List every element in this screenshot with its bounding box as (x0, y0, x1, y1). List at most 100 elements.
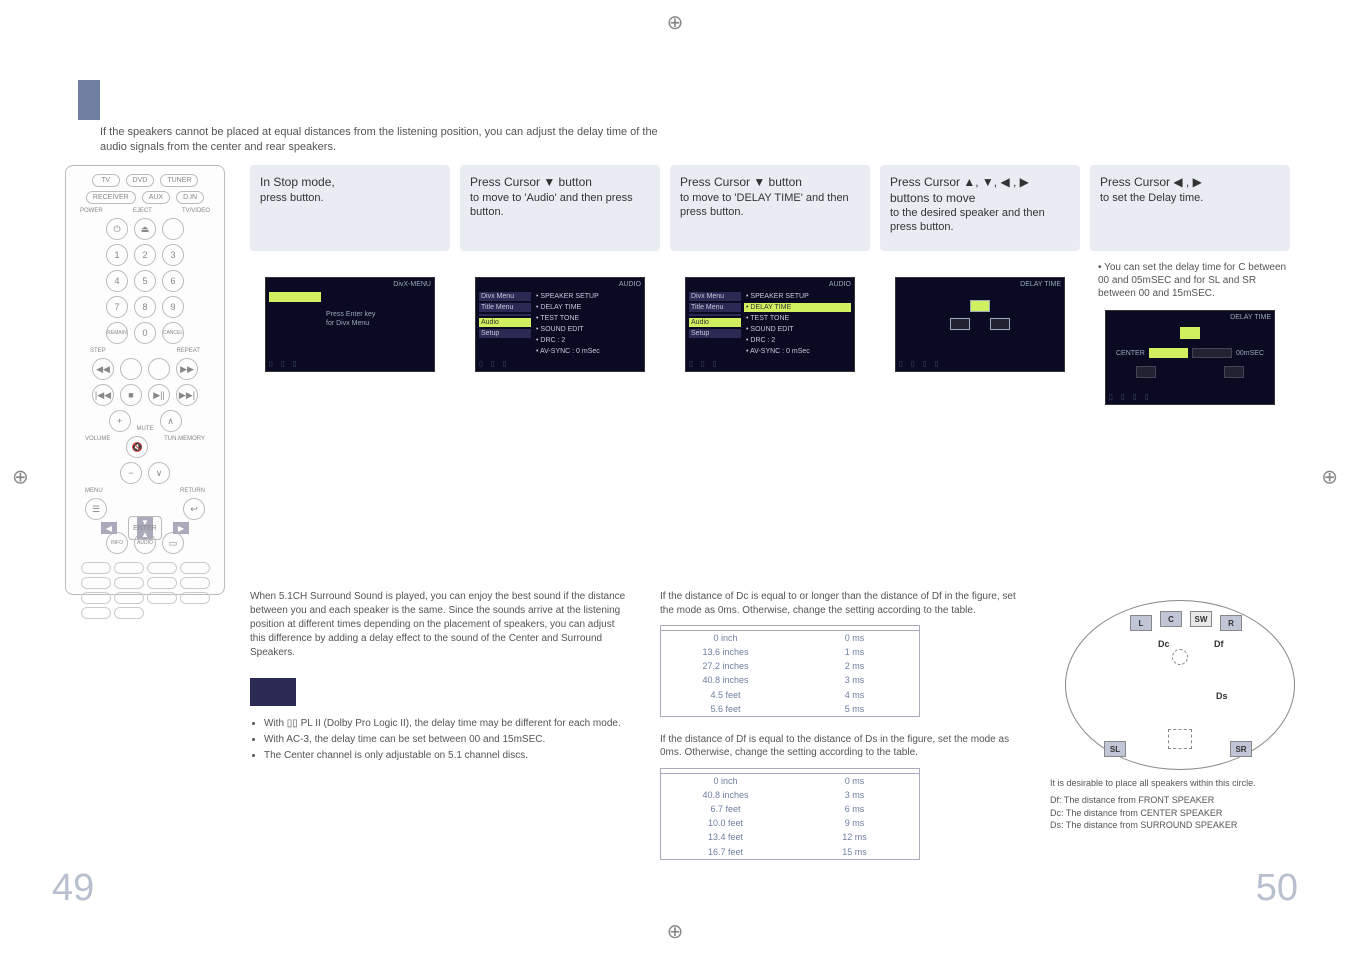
step-3-rest: to move to 'DELAY TIME' and then press b… (680, 192, 849, 218)
eject-icon: ⏏ (134, 218, 156, 240)
num-9: 9 (162, 296, 184, 318)
step-1-head: In Stop mode, press button. (250, 165, 450, 251)
diagram-legend: Df: The distance from FRONT SPEAKER Dc: … (1050, 794, 1310, 832)
power-label: POWER (80, 208, 103, 214)
num-2: 2 (134, 244, 156, 266)
intro-text: If the speakers cannot be placed at equa… (100, 125, 660, 156)
step-btn (120, 358, 142, 380)
osd1-msg2: for Divx Menu (326, 320, 369, 327)
return-icon: ↩ (183, 498, 205, 520)
dpad-left-icon: ◀ (101, 522, 117, 534)
steps-row: In Stop mode, press button. DivX-MENU Pr… (250, 165, 1290, 405)
osd2-tr: AUDIO (619, 281, 641, 288)
remote-aux: AUX (142, 191, 170, 204)
table-row: 27.2 inches2 ms (661, 659, 919, 673)
play-pause-icon: ▶|| (148, 384, 170, 406)
menu-icon: ☰ (85, 498, 107, 520)
osd1-left-hl (269, 292, 321, 302)
page-spread: If the speakers cannot be placed at equa… (60, 60, 1290, 894)
osd1-tr: DivX-MENU (393, 281, 431, 288)
volume-label: VOLUME (85, 436, 110, 458)
subtitle-icon: ▭ (162, 532, 184, 554)
osd4-dpad (950, 300, 1010, 330)
table-row: 13.6 inches1 ms (661, 645, 919, 659)
num-3: 3 (162, 244, 184, 266)
crop-mark-left: ⊕ (12, 465, 29, 490)
step-3-lead: Press Cursor ▼ button (680, 175, 802, 189)
crop-mark-top: ⊕ (667, 10, 684, 35)
osd-4: DELAY TIME ▯▯▯▯ (895, 277, 1065, 372)
remote-dvd: DVD (126, 174, 155, 187)
step-2-rest: to move to 'Audio' and then press button… (470, 192, 633, 218)
skip-back-icon: |◀◀ (92, 384, 114, 406)
stop-icon: ■ (120, 384, 142, 406)
remain-btn: REMAIN (106, 322, 128, 344)
step-5-rest: to set the Delay time. (1100, 192, 1203, 204)
cancel-btn: CANCEL (162, 322, 184, 344)
osd5-delay-row: CENTER 00mSEC (1116, 348, 1264, 358)
remote-control: TV DVD TUNER RECEIVER AUX D.IN POWER EJE… (65, 165, 225, 595)
table-surround: 0 inch0 ms40.8 inches3 ms6.7 feet6 ms10.… (660, 768, 920, 860)
num-1: 1 (106, 244, 128, 266)
right-block: If the distance of Dc is equal to or lon… (660, 590, 1030, 876)
table-row: 0 inch0 ms (661, 631, 919, 645)
osd5-top-ind (1180, 327, 1200, 339)
chair-icon (1168, 729, 1192, 749)
crop-mark-right: ⊕ (1321, 465, 1338, 490)
prev-icon: ◀◀ (92, 358, 114, 380)
speaker-circle-diagram: L C SW R SL SR Dc Df Ds (1065, 600, 1295, 770)
num-5: 5 (134, 270, 156, 292)
legend-dc: Dc: The distance from CENTER SPEAKER (1050, 807, 1310, 820)
tune-up-icon: ∧ (160, 410, 182, 432)
num-4: 4 (106, 270, 128, 292)
osd3-tr: AUDIO (829, 281, 851, 288)
step-5: Press Cursor ◀ , ▶ to set the Delay time… (1090, 165, 1290, 405)
speaker-SR: SR (1230, 741, 1252, 757)
tvvideo-label: TV/VIDEO (182, 208, 210, 214)
table-row: 5.6 feet5 ms (661, 702, 919, 716)
label-Df: Df (1214, 639, 1224, 649)
menu-label: MENU (85, 488, 103, 494)
table-row: 0 inch0 ms (661, 774, 919, 788)
return-label: RETURN (180, 488, 205, 494)
step-5-note: • You can set the delay time for C betwe… (1090, 261, 1290, 300)
table-row: 6.7 feet6 ms (661, 802, 919, 816)
tune-down-icon: ∨ (148, 462, 170, 484)
tvvideo-btn (162, 218, 184, 240)
osd5-center-label: CENTER (1116, 350, 1145, 357)
osd-1: DivX-MENU Press Enter keyfor Divx Menu ▯… (265, 277, 435, 372)
vol-down-icon: − (120, 462, 142, 484)
mute-icon: 🔇 (126, 436, 148, 458)
remote-receiver: RECEIVER (86, 191, 136, 204)
page-number-right: 50 (1256, 867, 1298, 910)
osd1-msg1: Press Enter key (326, 311, 375, 318)
speaker-R: R (1220, 615, 1242, 631)
table-row: 10.0 feet9 ms (661, 816, 919, 830)
listener-icon (1172, 649, 1188, 665)
dpad-right-icon: ▶ (173, 522, 189, 534)
step-2-lead: Press Cursor ▼ button (470, 175, 592, 189)
step-5-head: Press Cursor ◀ , ▶ to set the Delay time… (1090, 165, 1290, 251)
diagram-block: L C SW R SL SR Dc Df Ds It is desirable … (1050, 600, 1310, 832)
info-btn: INFO (106, 532, 128, 554)
repeat-btn (148, 358, 170, 380)
table-row: 40.8 inches3 ms (661, 673, 919, 687)
eject-label: EJECT (133, 208, 152, 214)
num-7: 7 (106, 296, 128, 318)
bullet-3: The Center channel is only adjustable on… (264, 748, 670, 764)
label-Dc: Dc (1158, 639, 1170, 649)
num-8: 8 (134, 296, 156, 318)
small-icon (250, 678, 296, 706)
bullet-1: With ▯▯ PL II (Dolby Pro Logic II), the … (264, 716, 670, 732)
power-icon: ⏻ (106, 218, 128, 240)
step-4-head: Press Cursor ▲, ▼, ◀ , ▶ buttons to move… (880, 165, 1080, 251)
step-label: STEP (90, 348, 106, 354)
next-icon: ▶▶ (176, 358, 198, 380)
diagram-caption: It is desirable to place all speakers wi… (1050, 778, 1310, 788)
bullet-2: With AC-3, the delay time can be set bet… (264, 732, 670, 748)
remote-tv: TV (92, 174, 120, 187)
num-0: 0 (134, 322, 156, 344)
remote-tuner: TUNER (160, 174, 198, 187)
dpad-enter: ENTER (128, 516, 162, 540)
speaker-L: L (1130, 615, 1152, 631)
